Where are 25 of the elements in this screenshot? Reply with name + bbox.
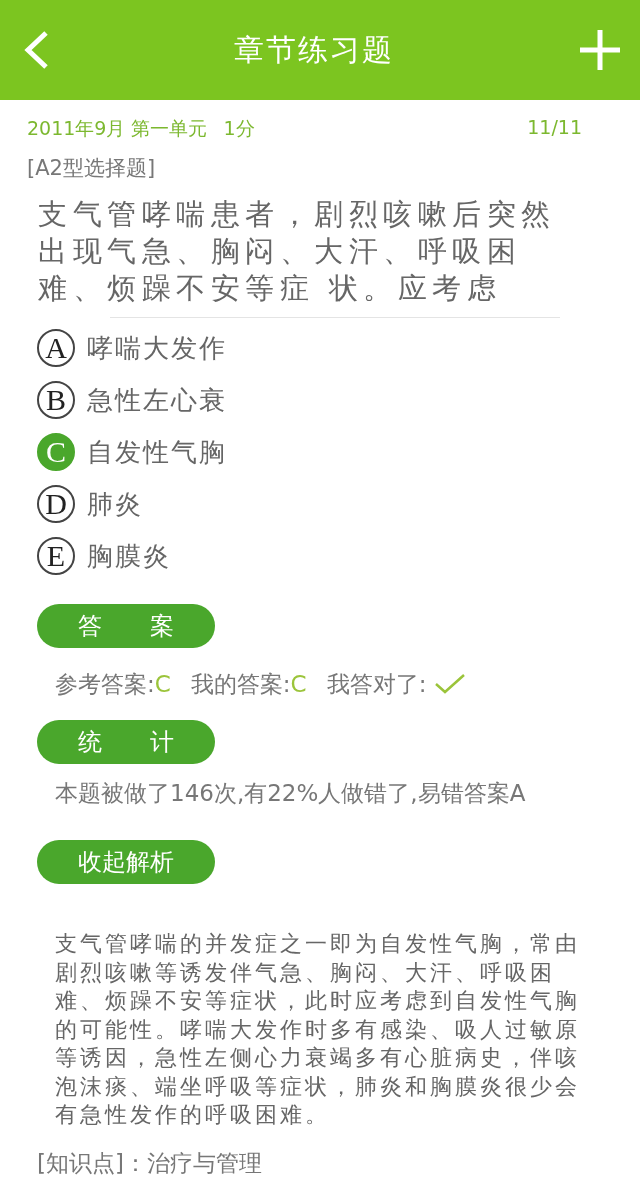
score-label: 1分 <box>223 116 255 141</box>
correct-label: 我答对了: <box>326 669 427 699</box>
question-type: [A2型选择题] <box>26 155 157 182</box>
date-unit-label: 2011年9月 第一单元 <box>27 116 208 141</box>
stats-text: 本题被做了146次,有22%人做错了,易错答案A <box>54 778 527 808</box>
option-text: 急性左心衰 <box>87 383 227 417</box>
progress-counter: 11/11 <box>527 116 582 140</box>
back-icon[interactable] <box>22 30 50 70</box>
option-letter[interactable]: A <box>37 329 75 367</box>
my-answer-value: C <box>290 671 307 697</box>
reference-answer-value: C <box>154 671 171 697</box>
option-text: 自发性气胸 <box>87 435 227 469</box>
explanation-text: 支气管哮喘的并发症之一即为自发性气胸，常由剧烈咳嗽等诱发伴气急、胸闷、大汗、呼吸困难、烦躁不安等症状，此时应考虑到自发性气胸的可能性。哮喘大发作时多有感染、吸人过敏原等诱因，急性左侧心力衰竭多有心脏病史，伴咳泡沫痰、端坐呼吸等症状，肺炎和胸膜炎很少会有急性发作的呼吸困难。 <box>55 930 580 1129</box>
question-text: 支气管哮喘患者，剧烈咳嗽后突然出现气急、胸闷、大汗、呼吸困难、烦躁不安等症 状。应考虑 <box>38 196 557 307</box>
option-text: 胸膜炎 <box>87 539 171 573</box>
option-text: 肺炎 <box>87 487 143 521</box>
option-text: 哮喘大发作 <box>87 331 227 365</box>
my-answer-label: 我的答案: <box>190 669 291 699</box>
reference-answer-label: 参考答案: <box>55 669 155 699</box>
add-icon[interactable] <box>578 28 622 72</box>
option-letter[interactable]: B <box>37 381 75 419</box>
option-letter[interactable]: E <box>37 537 75 575</box>
knowledge-point: [知识点]：治疗与管理 <box>36 1148 263 1178</box>
page-title: 章节练习题 <box>234 30 394 69</box>
option-letter[interactable]: D <box>37 485 75 523</box>
